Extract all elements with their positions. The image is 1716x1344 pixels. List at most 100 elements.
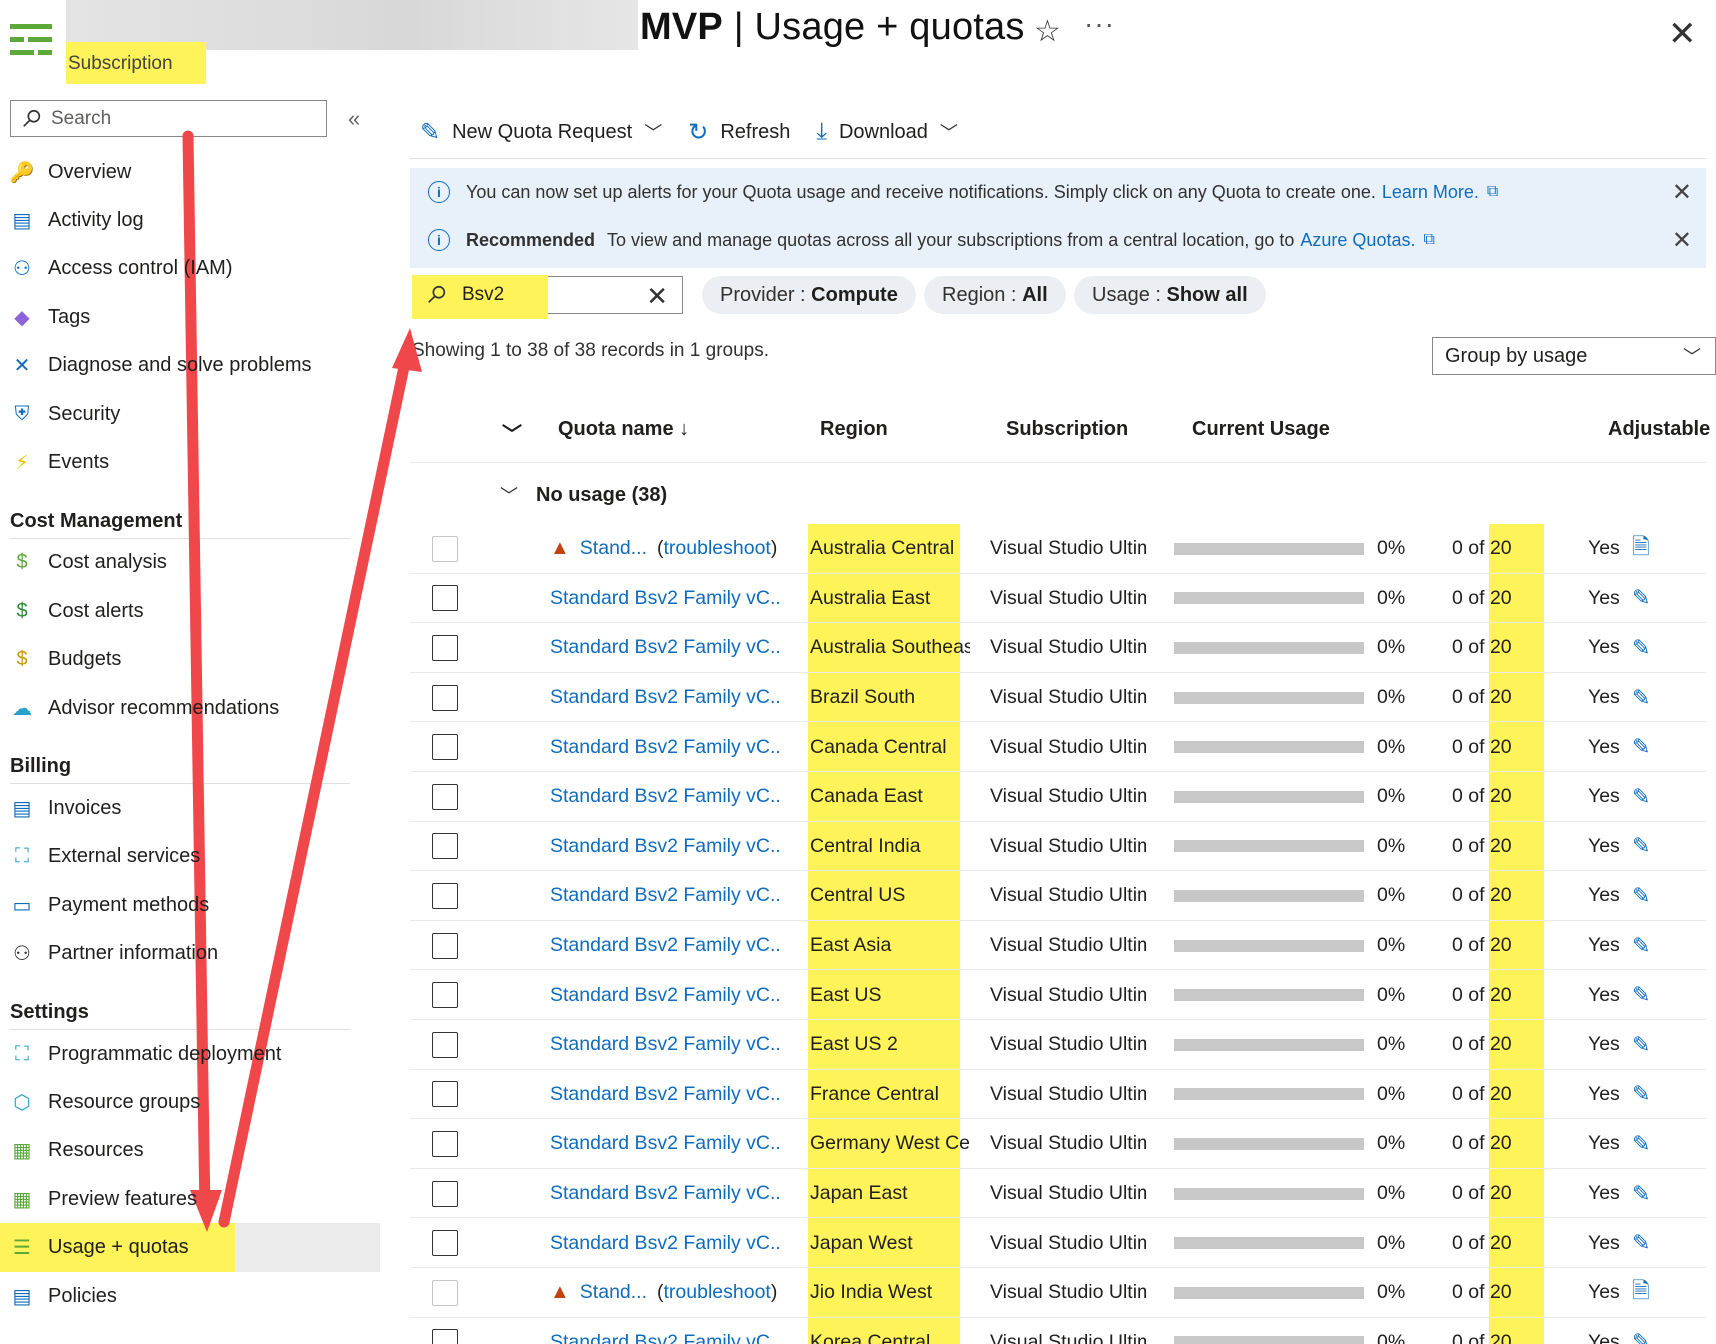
clear-search-icon[interactable]: ✕ <box>646 281 668 312</box>
usage-filter-pill[interactable]: Usage : Show all <box>1074 276 1266 314</box>
quota-search-input[interactable]: Bsv2 ✕ <box>412 275 683 319</box>
sidebar-item-tags[interactable]: ◆ Tags <box>0 293 380 341</box>
column-header-region[interactable]: Region <box>820 418 888 441</box>
quota-name-cell[interactable]: ▲ Stand... (troubleshoot) <box>550 524 777 574</box>
external-link-icon[interactable]: ⧉ <box>1487 183 1498 201</box>
quota-name-link[interactable]: Standard Bsv2 Family vC... <box>550 1132 780 1155</box>
edit-pencil-icon[interactable]: ✎ <box>1632 1070 1650 1120</box>
column-header-quota-name[interactable]: Quota name ↓ <box>558 418 689 441</box>
usage-group-row[interactable]: ﹀ No usage (38) <box>500 482 667 508</box>
quota-name-cell[interactable]: Standard Bsv2 Family vC... <box>550 921 780 971</box>
row-checkbox[interactable] <box>432 1318 458 1344</box>
quota-name-link[interactable]: Standard Bsv2 Family vC... <box>550 1232 780 1255</box>
sidebar-item-cost-alerts[interactable]: $ Cost alerts <box>0 587 380 635</box>
quota-name-cell[interactable]: Standard Bsv2 Family vC... <box>550 574 780 624</box>
edit-pencil-icon[interactable]: ✎ <box>1632 1020 1650 1070</box>
quota-name-cell[interactable]: Standard Bsv2 Family vC... <box>550 1070 780 1120</box>
quota-name-link[interactable]: Standard Bsv2 Family vC... <box>550 934 780 957</box>
sidebar-item-access-control-iam[interactable]: ⚇ Access control (IAM) <box>0 245 380 293</box>
table-row[interactable]: Standard Bsv2 Family vC... Canada East V… <box>410 772 1706 822</box>
sidebar-item-budgets[interactable]: $ Budgets <box>0 636 380 684</box>
sidebar-item-resource-groups[interactable]: ⬡ Resource groups <box>0 1078 380 1126</box>
sidebar-item-partner-information[interactable]: ⚇ Partner information <box>0 929 380 977</box>
refresh-button[interactable]: ↻ Refresh <box>688 118 790 147</box>
row-checkbox[interactable] <box>432 1218 458 1268</box>
table-row[interactable]: Standard Bsv2 Family vC... Japan East Vi… <box>410 1169 1706 1219</box>
sidebar-item-preview-features[interactable]: ▦ Preview features <box>0 1175 380 1223</box>
row-checkbox[interactable] <box>432 1119 458 1169</box>
sidebar-item-activity-log[interactable]: ▤ Activity log <box>0 196 380 244</box>
table-row[interactable]: Standard Bsv2 Family vC... Canada Centra… <box>410 722 1706 772</box>
edit-pencil-icon[interactable]: ✎ <box>1632 1169 1650 1219</box>
row-checkbox[interactable] <box>432 871 458 921</box>
table-row[interactable]: Standard Bsv2 Family vC... France Centra… <box>410 1070 1706 1120</box>
quota-name-cell[interactable]: ▲ Stand... (troubleshoot) <box>550 1268 777 1318</box>
quota-name-cell[interactable]: Standard Bsv2 Family vC... <box>550 1169 780 1219</box>
row-checkbox[interactable] <box>432 623 458 673</box>
table-row[interactable]: Standard Bsv2 Family vC... Germany West … <box>410 1119 1706 1169</box>
sidebar-item-overview[interactable]: 🔑 Overview <box>0 148 380 196</box>
sidebar-item-usage-quotas[interactable]: ☰ Usage + quotas <box>0 1223 380 1272</box>
table-row[interactable]: Standard Bsv2 Family vC... Australia Sou… <box>410 623 1706 673</box>
quota-name-cell[interactable]: Standard Bsv2 Family vC... <box>550 970 780 1020</box>
download-button[interactable]: ⤓ Download ﹀ <box>816 118 958 146</box>
quota-name-link[interactable]: Standard Bsv2 Family vC... <box>550 1033 780 1056</box>
quota-name-link[interactable]: Standard Bsv2 Family vC... <box>550 736 780 759</box>
row-checkbox[interactable] <box>432 772 458 822</box>
quota-name-link[interactable]: Standard Bsv2 Family vC... <box>550 587 780 610</box>
table-row[interactable]: Standard Bsv2 Family vC... East US Visua… <box>410 970 1706 1020</box>
quota-name-cell[interactable]: Standard Bsv2 Family vC... <box>550 822 780 872</box>
table-row[interactable]: Standard Bsv2 Family vC... Australia Eas… <box>410 574 1706 624</box>
edit-pencil-icon[interactable]: ✎ <box>1632 722 1650 772</box>
dismiss-banner-icon[interactable]: ✕ <box>1672 226 1692 255</box>
quota-name-link[interactable]: Standard Bsv2 Family vC... <box>550 686 780 709</box>
sidebar-item-payment-methods[interactable]: ▭ Payment methods <box>0 881 380 929</box>
table-row[interactable]: Standard Bsv2 Family vC... East Asia Vis… <box>410 921 1706 971</box>
quota-name-link[interactable]: Standard Bsv2 Family vC... <box>550 636 780 659</box>
table-row[interactable]: Standard Bsv2 Family vC... Japan West Vi… <box>410 1218 1706 1268</box>
edit-pencil-icon[interactable]: ✎ <box>1632 822 1650 872</box>
edit-pencil-icon[interactable]: ✎ <box>1632 673 1650 723</box>
row-checkbox[interactable] <box>432 722 458 772</box>
quota-name-link[interactable]: Standard Bsv2 Family vC... <box>550 1083 780 1106</box>
sidebar-item-programmatic-deployment[interactable]: ⛶ Programmatic deployment <box>0 1030 380 1078</box>
table-row[interactable]: ▲ Stand... (troubleshoot) Jio India West… <box>410 1268 1706 1318</box>
expand-all-chevron-icon[interactable]: ﹀ <box>502 418 522 447</box>
sidebar-item-security[interactable]: ⛨ Security <box>0 390 380 438</box>
troubleshoot-link[interactable]: (troubleshoot) <box>657 537 777 560</box>
edit-document-icon[interactable]: 🗎 <box>1632 524 1650 574</box>
table-row[interactable]: Standard Bsv2 Family vC... East US 2 Vis… <box>410 1020 1706 1070</box>
troubleshoot-link[interactable]: (troubleshoot) <box>657 1281 777 1304</box>
provider-filter-pill[interactable]: Provider : Compute <box>702 276 916 314</box>
row-checkbox[interactable] <box>432 1070 458 1120</box>
favorite-star-icon[interactable]: ☆ <box>1034 14 1061 49</box>
row-checkbox[interactable] <box>432 1169 458 1219</box>
quota-name-link[interactable]: Stand... <box>580 1281 647 1304</box>
row-checkbox[interactable] <box>432 970 458 1020</box>
sidebar-item-cost-analysis[interactable]: $ Cost analysis <box>0 539 380 587</box>
sidebar-item-diagnose-and-solve-problems[interactable]: ✕ Diagnose and solve problems <box>0 342 380 390</box>
quota-name-link[interactable]: Stand... <box>580 537 647 560</box>
edit-document-icon[interactable]: 🗎 <box>1632 1268 1650 1318</box>
sidebar-item-events[interactable]: ⚡ Events <box>0 438 380 486</box>
new-quota-request-button[interactable]: ✎ New Quota Request ﹀ <box>420 118 662 147</box>
quota-name-cell[interactable]: Standard Bsv2 Family vC... <box>550 871 780 921</box>
column-header-current-usage[interactable]: Current Usage <box>1192 418 1330 441</box>
external-link-icon[interactable]: ⧉ <box>1423 231 1434 249</box>
edit-pencil-icon[interactable]: ✎ <box>1632 921 1650 971</box>
quota-name-cell[interactable]: Standard Bsv2 Family vC... <box>550 1020 780 1070</box>
quota-name-link[interactable]: Standard Bsv2 Family vC... <box>550 884 780 907</box>
row-checkbox[interactable] <box>432 1020 458 1070</box>
quota-name-link[interactable]: Standard Bsv2 Family vC... <box>550 984 780 1007</box>
quota-name-link[interactable]: Standard Bsv2 Family vC... <box>550 1331 780 1344</box>
table-row[interactable]: Standard Bsv2 Family vC... Central India… <box>410 822 1706 872</box>
edit-pencil-icon[interactable]: ✎ <box>1632 574 1650 624</box>
quota-name-cell[interactable]: Standard Bsv2 Family vC... <box>550 1318 780 1344</box>
column-header-adjustable[interactable]: Adjustable <box>1608 418 1710 441</box>
quota-name-link[interactable]: Standard Bsv2 Family vC... <box>550 785 780 808</box>
column-header-subscription[interactable]: Subscription <box>1006 418 1128 441</box>
row-checkbox[interactable] <box>432 822 458 872</box>
group-by-select[interactable]: Group by usage ﹀ <box>1432 337 1716 375</box>
quota-name-cell[interactable]: Standard Bsv2 Family vC... <box>550 1119 780 1169</box>
dismiss-banner-icon[interactable]: ✕ <box>1672 178 1692 207</box>
